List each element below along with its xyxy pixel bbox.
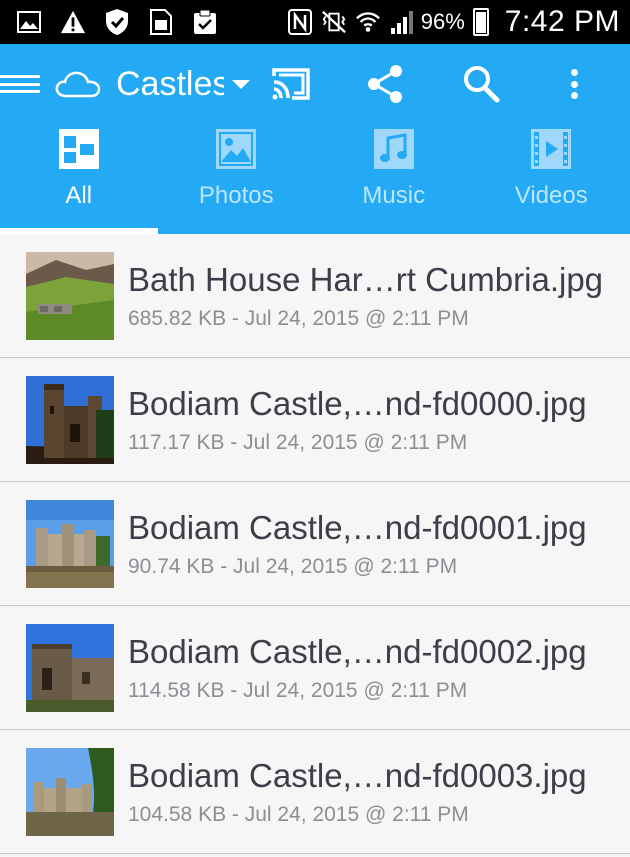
file-row[interactable]: Bath House Har…rt Cumbria.jpg 685.82 KB … (0, 234, 630, 358)
status-time: 7:42 PM (504, 5, 620, 38)
shield-icon (104, 9, 130, 35)
app-bar: Castles All Photos Music Videos (0, 44, 630, 234)
thumbnail-image (26, 375, 114, 464)
battery-percent: 96% (420, 9, 465, 34)
signal-icon (389, 9, 415, 35)
menu-icon[interactable] (0, 69, 40, 99)
status-bar: 96% 7:42 PM (0, 0, 630, 44)
music-icon (373, 129, 414, 169)
file-info: Bodiam Castle,…nd-fd0002.jpg 114.58 KB -… (128, 633, 587, 703)
thumbnail-image (26, 623, 114, 712)
file-name: Bath House Har…rt Cumbria.jpg (128, 260, 604, 298)
file-meta: 104.58 KB - Jul 24, 2015 @ 2:11 PM (128, 802, 469, 826)
more-vert-icon[interactable] (564, 64, 584, 104)
system-icons: 96% 7:42 PM (279, 5, 620, 39)
search-icon[interactable] (462, 64, 500, 104)
share-icon[interactable] (366, 64, 404, 104)
tab-label: Videos (514, 182, 588, 209)
file-list: Bath House Har…rt Cumbria.jpg 685.82 KB … (0, 234, 630, 854)
file-meta: 114.58 KB - Jul 24, 2015 @ 2:11 PM (128, 678, 468, 702)
file-name: Bodiam Castle,…nd-fd0003.jpg (128, 756, 587, 794)
wifi-icon (355, 9, 381, 35)
sim-card-icon (148, 9, 174, 35)
folder-title[interactable]: Castles (116, 65, 224, 104)
tab-bar: All Photos Music Videos (0, 124, 630, 234)
file-name: Bodiam Castle,…nd-fd0001.jpg (128, 508, 587, 546)
battery-level-fill (475, 11, 486, 33)
file-info: Bodiam Castle,…nd-fd0000.jpg 117.17 KB -… (128, 385, 587, 455)
cast-icon[interactable] (270, 66, 312, 102)
vibrate-mute-icon (321, 9, 347, 35)
all-grid-icon (58, 129, 99, 169)
file-row[interactable]: Bodiam Castle,…nd-fd0003.jpg 104.58 KB -… (0, 730, 630, 854)
file-meta: 117.17 KB - Jul 24, 2015 @ 2:11 PM (128, 430, 468, 454)
file-name: Bodiam Castle,…nd-fd0002.jpg (128, 632, 587, 670)
tab-videos[interactable]: Videos (473, 124, 630, 234)
dropdown-caret-icon[interactable] (232, 79, 250, 89)
tab-all[interactable]: All (0, 124, 158, 234)
video-icon (531, 129, 572, 169)
tab-label: Music (362, 182, 426, 209)
file-meta: 90.74 KB - Jul 24, 2015 @ 2:11 PM (128, 554, 458, 578)
toolbar: Castles (0, 44, 630, 124)
battery-icon (472, 8, 489, 36)
nfc-icon (287, 9, 313, 35)
file-row[interactable]: Bodiam Castle,…nd-fd0002.jpg 114.58 KB -… (0, 606, 630, 730)
clipboard-check-icon (192, 9, 218, 35)
cloud-icon[interactable] (54, 69, 102, 99)
thumbnail-image (26, 251, 114, 340)
thumbnail-image (26, 499, 114, 588)
warning-icon (60, 9, 86, 35)
file-info: Bodiam Castle,…nd-fd0003.jpg 104.58 KB -… (128, 757, 587, 827)
file-info: Bath House Har…rt Cumbria.jpg 685.82 KB … (128, 261, 603, 331)
file-row[interactable]: Bodiam Castle,…nd-fd0000.jpg 117.17 KB -… (0, 358, 630, 482)
tab-label: Photos (198, 182, 274, 209)
file-name: Bodiam Castle,…nd-fd0000.jpg (128, 384, 587, 422)
file-meta: 685.82 KB - Jul 24, 2015 @ 2:11 PM (128, 306, 469, 330)
tab-photos[interactable]: Photos (158, 124, 316, 234)
tab-music[interactable]: Music (315, 124, 473, 234)
file-row[interactable]: Bodiam Castle,…nd-fd0001.jpg 90.74 KB - … (0, 482, 630, 606)
tab-label: All (65, 182, 93, 209)
file-info: Bodiam Castle,…nd-fd0001.jpg 90.74 KB - … (128, 509, 587, 579)
notification-icons (16, 9, 236, 35)
thumbnail-image (26, 747, 114, 836)
photo-icon (216, 129, 257, 169)
gallery-icon (16, 9, 42, 35)
